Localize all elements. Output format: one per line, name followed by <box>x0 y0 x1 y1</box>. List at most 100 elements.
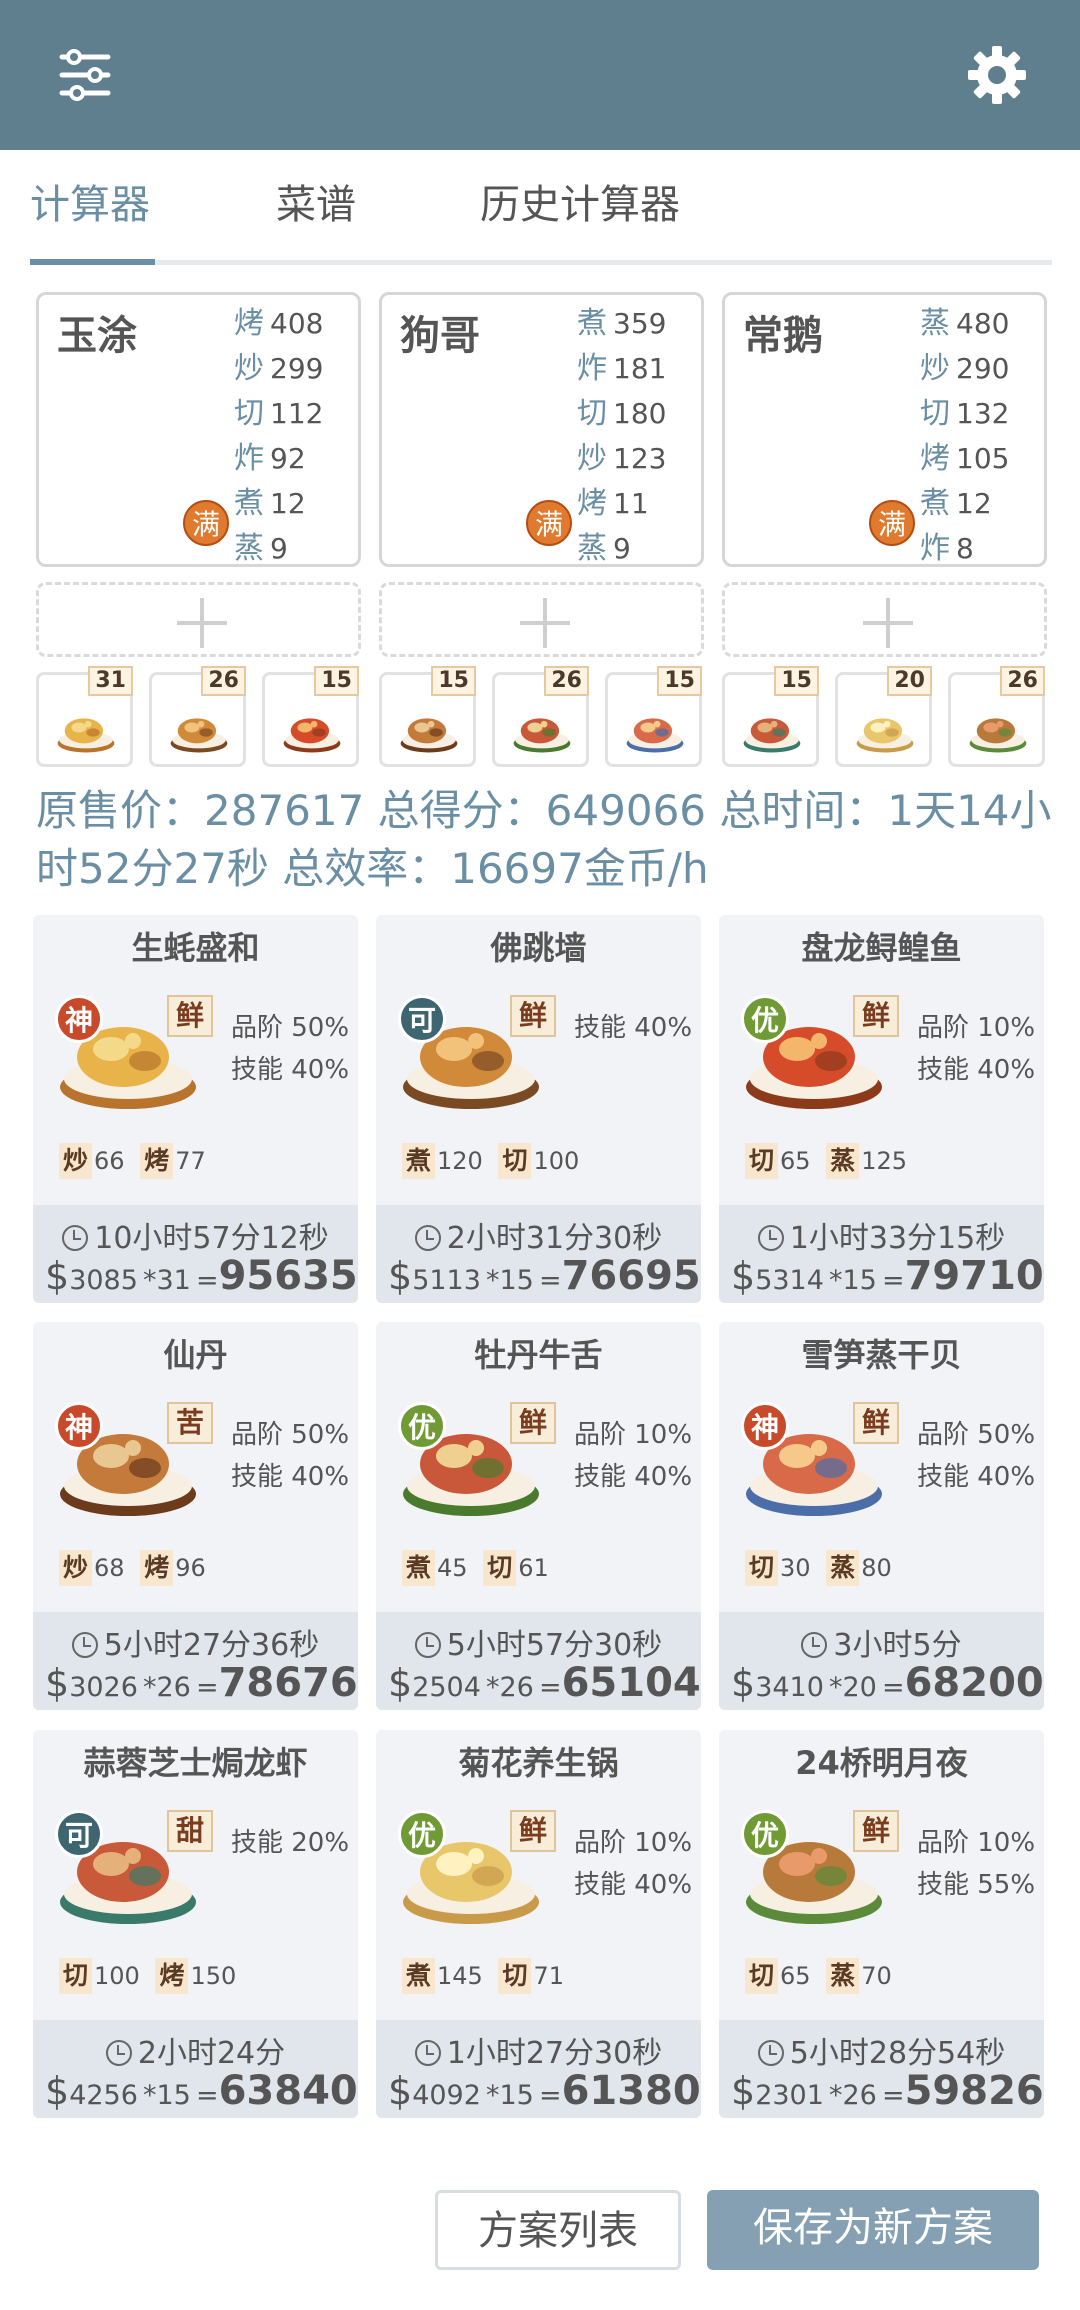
tab-history-calculator[interactable]: 历史计算器 <box>480 175 680 265</box>
recipe-card[interactable]: 菊花养生锅 优 鲜 品阶 10% 技能 40% 煮 145 切 71 1小时27分3… <box>376 1730 701 2118</box>
dish-icon <box>848 705 922 755</box>
tab-calculator[interactable]: 计算器 <box>30 175 155 265</box>
unit-price: 4256 <box>69 2080 138 2111</box>
selected-dish-thumb[interactable]: 26 <box>948 666 1045 767</box>
chef-card[interactable]: 狗哥煮 359 炸 181 切 180 炒 123 烤 11 蒸 9 满 <box>379 292 704 567</box>
rank-badge: 神 <box>741 1402 789 1450</box>
flavor-badge: 苦 <box>167 1402 213 1444</box>
selected-dish-thumb[interactable]: 15 <box>722 666 819 767</box>
cook-time-text: 1小时33分15秒 <box>789 1221 1006 1256</box>
cook-time-text: 2小时31分30秒 <box>446 1221 663 1256</box>
selected-dish-thumb[interactable]: 15 <box>262 666 359 767</box>
recipe-card[interactable]: 牡丹牛舌 优 鲜 品阶 10% 技能 40% 煮 45 切 61 5小时57分30秒… <box>376 1322 701 1710</box>
skill-value: 65 <box>780 1147 811 1175</box>
chef-stats: 煮 359 炸 181 切 180 炒 123 烤 11 蒸 9 <box>577 301 697 571</box>
skill-value: 96 <box>175 1554 206 1582</box>
plus-icon <box>177 598 227 648</box>
currency-symbol: $ <box>731 2069 756 2113</box>
add-equipment-button[interactable] <box>722 582 1047 657</box>
dish-count: 15 <box>657 666 702 696</box>
add-equipment-button[interactable] <box>379 582 704 657</box>
skill-label: 烤 <box>234 306 264 341</box>
bonus-list: 品阶 10% 技能 40% <box>917 1007 1044 1091</box>
bonus-line: 技能 40% <box>231 1055 350 1085</box>
skill-label: 煮 <box>402 1958 436 1994</box>
cook-time: 5小时57分30秒 <box>376 1620 701 1664</box>
plus-icon <box>520 598 570 648</box>
sliders-icon[interactable] <box>50 40 120 110</box>
skill-value: 66 <box>94 1147 125 1175</box>
bonus-line: 技能 40% <box>917 1055 1036 1085</box>
price-line: $3410 *20 =68200 <box>731 1660 1044 1706</box>
chef-stats: 蒸 480 炒 290 切 132 烤 105 煮 12 炸 8 <box>920 301 1040 571</box>
skill-label: 烤 <box>577 486 607 521</box>
save-new-plan-button[interactable]: 保存为新方案 <box>707 2190 1039 2270</box>
cook-time: 2小时31分30秒 <box>376 1213 701 1257</box>
equals-sign: = <box>538 1265 562 1296</box>
quantity: *15 <box>143 2080 191 2111</box>
skill-label: 切 <box>59 1958 93 1994</box>
chef-card[interactable]: 玉涂烤 408 炒 299 切 112 炸 92 煮 12 蒸 9 满 <box>36 292 361 567</box>
skill-label: 切 <box>577 396 607 431</box>
dish-icon <box>392 705 466 755</box>
recipe-card[interactable]: 佛跳墙 可 鲜 技能 40% 煮 120 切 100 2小时31分30秒 $5113… <box>376 915 701 1303</box>
add-equipment-button[interactable] <box>36 582 361 657</box>
selected-dish-thumb[interactable]: 15 <box>605 666 702 767</box>
unit-price: 5113 <box>412 1265 481 1296</box>
bonus-line: 技能 40% <box>574 1870 693 1900</box>
skill-value: 100 <box>533 1147 580 1175</box>
skill-requirements: 煮 45 切 61 <box>402 1550 549 1586</box>
skill-value: 112 <box>270 397 324 430</box>
skill-value: 92 <box>270 442 306 475</box>
price-total: 79710 <box>904 1253 1044 1299</box>
recipe-card[interactable]: 蒜蓉芝士焗龙虾 可 甜 技能 20% 切 100 烤 150 2小时24分 $425… <box>33 1730 358 2118</box>
recipe-card[interactable]: 24桥明月夜 优 鲜 品阶 10% 技能 55% 切 65 蒸 70 5小时28分5… <box>719 1730 1044 2118</box>
skill-label: 切 <box>498 1958 532 1994</box>
chef-stat: 切 112 <box>234 391 354 436</box>
flavor-badge: 鲜 <box>853 995 899 1037</box>
dish-icon <box>961 705 1035 755</box>
plus-icon <box>863 598 913 648</box>
currency-symbol: $ <box>45 1661 70 1705</box>
quantity: *26 <box>829 2080 877 2111</box>
selected-dish-thumb[interactable]: 20 <box>835 666 932 767</box>
recipe-card[interactable]: 雪笋蒸干贝 神 鲜 品阶 50% 技能 40% 切 30 蒸 80 3小时5分 $3… <box>719 1322 1044 1710</box>
recipe-name: 牡丹牛舌 <box>474 1336 603 1374</box>
tab-recipes[interactable]: 菜谱 <box>276 175 356 265</box>
skill-label: 切 <box>498 1143 532 1179</box>
chef-stat: 蒸 480 <box>920 301 1040 346</box>
cook-time: 5小时28分54秒 <box>719 2028 1044 2072</box>
price-line: $4256 *15 =63840 <box>45 2068 358 2114</box>
unit-price: 3085 <box>69 1265 138 1296</box>
skill-label: 蒸 <box>234 531 264 566</box>
skill-label: 切 <box>920 396 950 431</box>
skill-label: 炒 <box>577 441 607 476</box>
recipe-card[interactable]: 仙丹 神 苦 品阶 50% 技能 40% 炒 68 烤 96 5小时27分36秒 $… <box>33 1322 358 1710</box>
chef-name: 常鹅 <box>743 313 823 359</box>
plan-list-button[interactable]: 方案列表 <box>435 2190 681 2270</box>
selected-dish-thumb[interactable]: 26 <box>492 666 589 767</box>
gear-icon[interactable] <box>962 40 1032 110</box>
full-badge: 满 <box>526 500 572 546</box>
price-line: $5314 *15 =79710 <box>731 1253 1044 1299</box>
cook-time: 10小时57分12秒 <box>33 1213 358 1257</box>
skill-requirements: 煮 120 切 100 <box>402 1143 579 1179</box>
price-total: 63840 <box>218 2068 358 2114</box>
bonus-list: 品阶 10% 技能 55% <box>917 1822 1044 1906</box>
skill-requirements: 切 30 蒸 80 <box>745 1550 892 1586</box>
selected-dish-thumb[interactable]: 15 <box>379 666 476 767</box>
chef-card[interactable]: 常鹅蒸 480 炒 290 切 132 烤 105 煮 12 炸 8 满 <box>722 292 1047 567</box>
skill-value: 65 <box>780 1962 811 1990</box>
skill-label: 蒸 <box>826 1550 860 1586</box>
cook-time-text: 1小时27分30秒 <box>446 2036 663 2071</box>
selected-dish-thumb[interactable]: 31 <box>36 666 133 767</box>
dish-count: 26 <box>201 666 246 696</box>
equals-sign: = <box>881 1265 905 1296</box>
chef-stat: 煮 359 <box>577 301 697 346</box>
recipe-name: 雪笋蒸干贝 <box>801 1336 962 1374</box>
bonus-line: 技能 40% <box>231 1462 350 1492</box>
dish-icon <box>275 705 349 755</box>
selected-dish-thumb[interactable]: 26 <box>149 666 246 767</box>
recipe-card[interactable]: 盘龙鲟鳇鱼 优 鲜 品阶 10% 技能 40% 切 65 蒸 125 1小时33分1… <box>719 915 1044 1303</box>
recipe-card[interactable]: 生蚝盛和 神 鲜 品阶 50% 技能 40% 炒 66 烤 77 10小时57分12… <box>33 915 358 1303</box>
